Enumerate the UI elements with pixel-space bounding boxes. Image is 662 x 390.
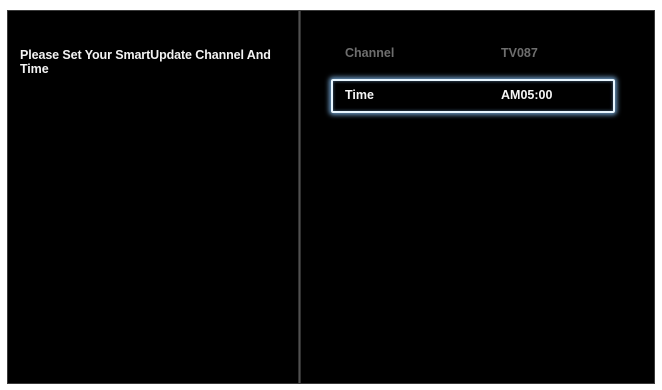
time-value: AM05:00 [501,88,553,102]
instruction-text: Please Set Your SmartUpdate Channel And … [20,48,271,76]
channel-label: Channel [345,46,395,60]
tv-menu-screen: Please Set Your SmartUpdate Channel And … [7,10,655,384]
settings-panel: Channel TV087 Time AM05:00 [301,11,654,383]
setting-row-channel[interactable]: Channel TV087 [331,37,615,71]
time-label: Time [345,88,374,102]
instruction-panel: Please Set Your SmartUpdate Channel And … [8,11,298,383]
setting-row-time[interactable]: Time AM05:00 [331,79,615,113]
channel-value: TV087 [501,46,538,60]
